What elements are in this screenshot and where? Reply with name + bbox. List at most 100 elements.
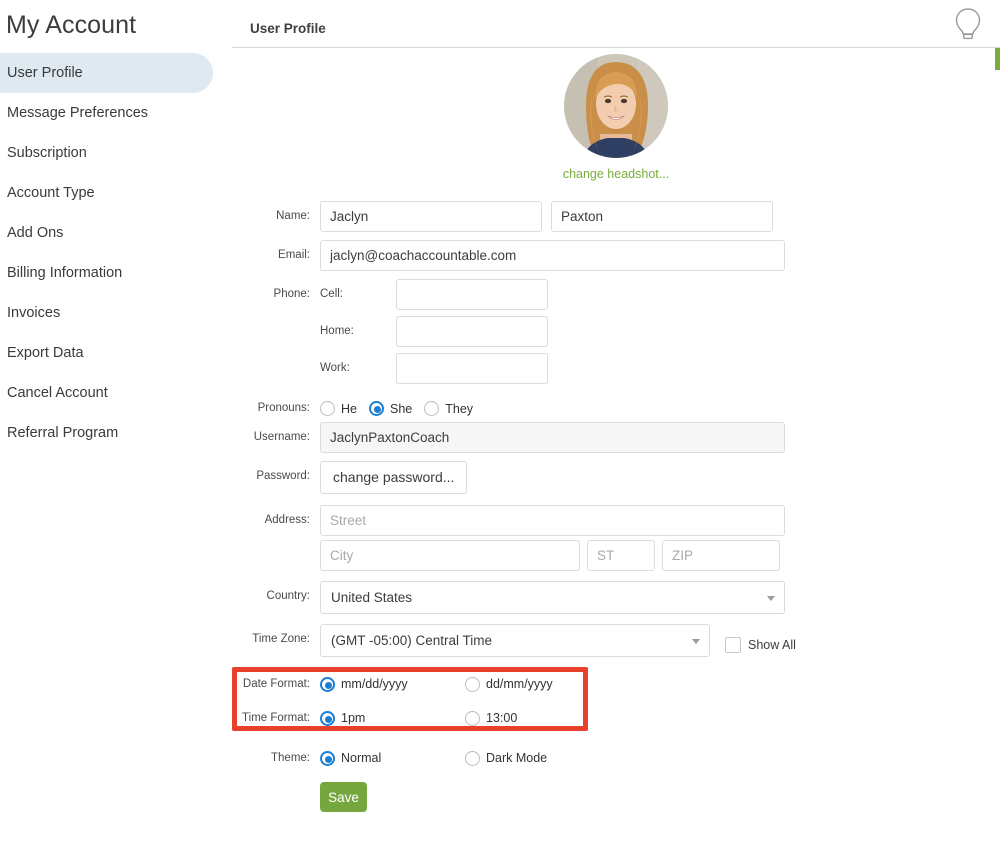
form-row-time-format: Time Format: 1pm 13:00 — [232, 703, 1000, 733]
pronoun-he-label: He — [341, 401, 357, 416]
profile-form: Name: Email: Phone: Cell: — [232, 201, 1000, 812]
username-label: Username: — [253, 431, 310, 443]
time-format-option-24h[interactable]: 13:00 — [465, 710, 518, 726]
sidebar-item-account-type[interactable]: Account Type — [0, 173, 232, 213]
show-all-timezones-wrap: Show All — [725, 624, 796, 657]
save-button[interactable]: Save — [320, 782, 367, 812]
tab-user-profile[interactable]: User Profile — [250, 21, 326, 36]
sidebar-item-label: Add Ons — [7, 225, 64, 241]
form-row-name: Name: — [232, 201, 1000, 232]
phone-label: Phone: — [273, 288, 310, 300]
country-label: Country: — [266, 590, 310, 602]
radio-dark-mode[interactable] — [465, 750, 480, 766]
form-row-country: Country: United States — [232, 581, 1000, 614]
radio-she[interactable] — [368, 401, 384, 416]
form-row-username: Username: — [232, 422, 1000, 453]
time-format-24h-label: 13:00 — [486, 711, 518, 725]
address-state-input[interactable] — [587, 540, 655, 571]
page-title: My Account — [6, 11, 137, 39]
sidebar-item-label: Referral Program — [7, 425, 119, 441]
address-zip-input[interactable] — [662, 540, 780, 571]
main-panel: User Profile change headshot... Name: Ja… — [232, 0, 1000, 852]
format-settings-group: Date Format: mm/dd/yyyy dd/mm/yyyy Time — [232, 667, 1000, 733]
radio-13-00[interactable] — [465, 710, 480, 726]
sidebar-item-label: Message Preferences — [7, 105, 149, 121]
sidebar-item-add-ons[interactable]: Add Ons — [0, 213, 232, 253]
password-label: Password: — [256, 470, 310, 482]
radio-mm-dd-yyyy[interactable] — [320, 676, 335, 692]
show-all-label: Show All — [748, 637, 796, 652]
form-row-pronouns: Pronouns: He She They — [232, 398, 1000, 416]
sidebar-item-invoices[interactable]: Invoices — [0, 293, 232, 333]
phone-home-input[interactable] — [396, 316, 548, 347]
date-format-mdy-label: mm/dd/yyyy — [341, 677, 408, 691]
form-row-password: Password: change password... — [232, 461, 1000, 494]
sidebar-item-billing-information[interactable]: Billing Information — [0, 253, 232, 293]
phone-work-label: Work: — [320, 362, 350, 374]
first-name-input[interactable] — [320, 201, 542, 232]
date-format-option-mdy[interactable]: mm/dd/yyyy — [320, 676, 455, 692]
sidebar-item-subscription[interactable]: Subscription — [0, 133, 232, 173]
sidebar: My Account User Profile Message Preferen… — [0, 0, 232, 852]
pronoun-option-she[interactable]: She — [368, 401, 413, 416]
phone-work-input[interactable] — [396, 353, 548, 384]
pronoun-option-they[interactable]: They — [424, 401, 473, 416]
sidebar-item-label: Account Type — [7, 185, 95, 201]
lightbulb-icon[interactable] — [951, 3, 985, 45]
sidebar-item-label: Cancel Account — [7, 385, 108, 401]
theme-normal-label: Normal — [341, 751, 382, 765]
sidebar-item-message-preferences[interactable]: Message Preferences — [0, 93, 232, 133]
chevron-down-icon — [692, 639, 700, 644]
form-row-address: Address: — [232, 505, 1000, 571]
name-label: Name: — [276, 210, 310, 222]
green-accent-bar — [995, 48, 1000, 70]
pronoun-option-he[interactable]: He — [320, 401, 357, 416]
radio-dd-mm-yyyy[interactable] — [465, 676, 480, 692]
show-all-checkbox[interactable] — [725, 636, 741, 653]
sidebar-nav: User Profile Message Preferences Subscri… — [0, 53, 232, 453]
theme-option-normal[interactable]: Normal — [320, 750, 455, 766]
theme-dark-label: Dark Mode — [486, 751, 548, 765]
pronoun-she-label: She — [389, 401, 413, 416]
timezone-selected-value: (GMT -05:00) Central Time — [331, 633, 493, 648]
change-headshot-link[interactable]: change headshot... — [563, 167, 669, 181]
country-selected-value: United States — [331, 590, 413, 605]
radio-1pm[interactable] — [320, 710, 335, 726]
radio-normal[interactable] — [320, 750, 335, 766]
form-row-email: Email: — [232, 240, 1000, 271]
account-page: My Account User Profile Message Preferen… — [0, 0, 1000, 852]
pronouns-radio-group: He She They — [320, 401, 485, 416]
radio-he[interactable] — [320, 401, 335, 416]
last-name-input[interactable] — [551, 201, 773, 232]
radio-they[interactable] — [424, 401, 440, 416]
timezone-select[interactable]: (GMT -05:00) Central Time — [320, 624, 710, 657]
save-spacer — [232, 775, 320, 784]
country-select[interactable]: United States — [320, 581, 785, 614]
phone-cell-label: Cell: — [320, 288, 344, 300]
address-street-input[interactable] — [320, 505, 785, 536]
sidebar-item-cancel-account[interactable]: Cancel Account — [0, 373, 232, 413]
theme-label: Theme: — [271, 752, 310, 764]
phone-cell-input[interactable] — [396, 279, 548, 310]
address-city-input[interactable] — [320, 540, 580, 571]
form-row-phone: Phone: Cell: Home: Work: — [232, 279, 1000, 390]
sidebar-item-referral-program[interactable]: Referral Program — [0, 413, 232, 453]
username-input[interactable] — [320, 422, 785, 453]
email-input[interactable] — [320, 240, 785, 271]
main-header: User Profile — [232, 0, 1000, 48]
chevron-down-icon — [767, 596, 775, 601]
sidebar-item-user-profile[interactable]: User Profile — [0, 53, 213, 93]
form-row-timezone: Time Zone: (GMT -05:00) Central Time Sho… — [232, 624, 1000, 657]
phone-cell-row: Cell: — [320, 279, 1000, 310]
time-format-option-12h[interactable]: 1pm — [320, 710, 455, 726]
date-format-dmy-label: dd/mm/yyyy — [486, 677, 553, 691]
address-label: Address: — [264, 514, 310, 526]
form-row-theme: Theme: Normal Dark Mode — [232, 743, 1000, 773]
avatar-section: change headshot... — [232, 48, 1000, 183]
sidebar-item-export-data[interactable]: Export Data — [0, 333, 232, 373]
change-password-button[interactable]: change password... — [320, 461, 468, 494]
form-row-date-format: Date Format: mm/dd/yyyy dd/mm/yyyy — [232, 669, 1000, 699]
theme-option-dark[interactable]: Dark Mode — [465, 750, 548, 766]
avatar[interactable] — [564, 54, 668, 158]
date-format-option-dmy[interactable]: dd/mm/yyyy — [465, 676, 553, 692]
